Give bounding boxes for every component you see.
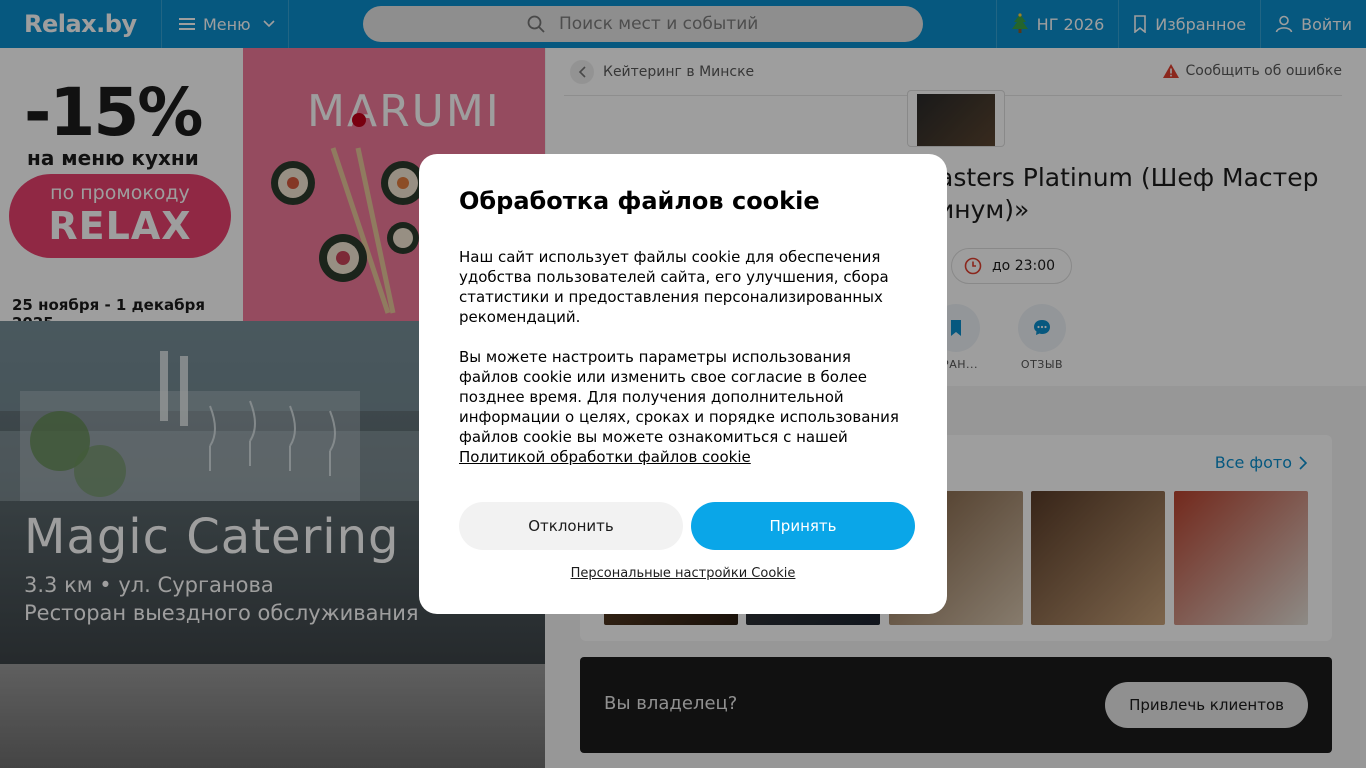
cookie-consent-dialog: Обработка файлов cookie Наш сайт использ… (419, 154, 947, 614)
decline-button[interactable]: Отклонить (459, 502, 683, 550)
cookie-settings-info: Вы можете настроить параметры использова… (459, 347, 907, 467)
cookie-dialog-title: Обработка файлов cookie (459, 187, 820, 215)
cookie-policy-link[interactable]: Политикой обработки файлов cookie (459, 448, 751, 466)
cookie-settings-text: Вы можете настроить параметры использова… (459, 348, 899, 446)
accept-button[interactable]: Принять (691, 502, 915, 550)
personal-cookie-settings-link[interactable]: Персональные настройки Cookie (419, 566, 947, 581)
cookie-description: Наш сайт использует файлы cookie для обе… (459, 248, 889, 326)
cookie-buttons: Отклонить Принять (459, 502, 915, 550)
